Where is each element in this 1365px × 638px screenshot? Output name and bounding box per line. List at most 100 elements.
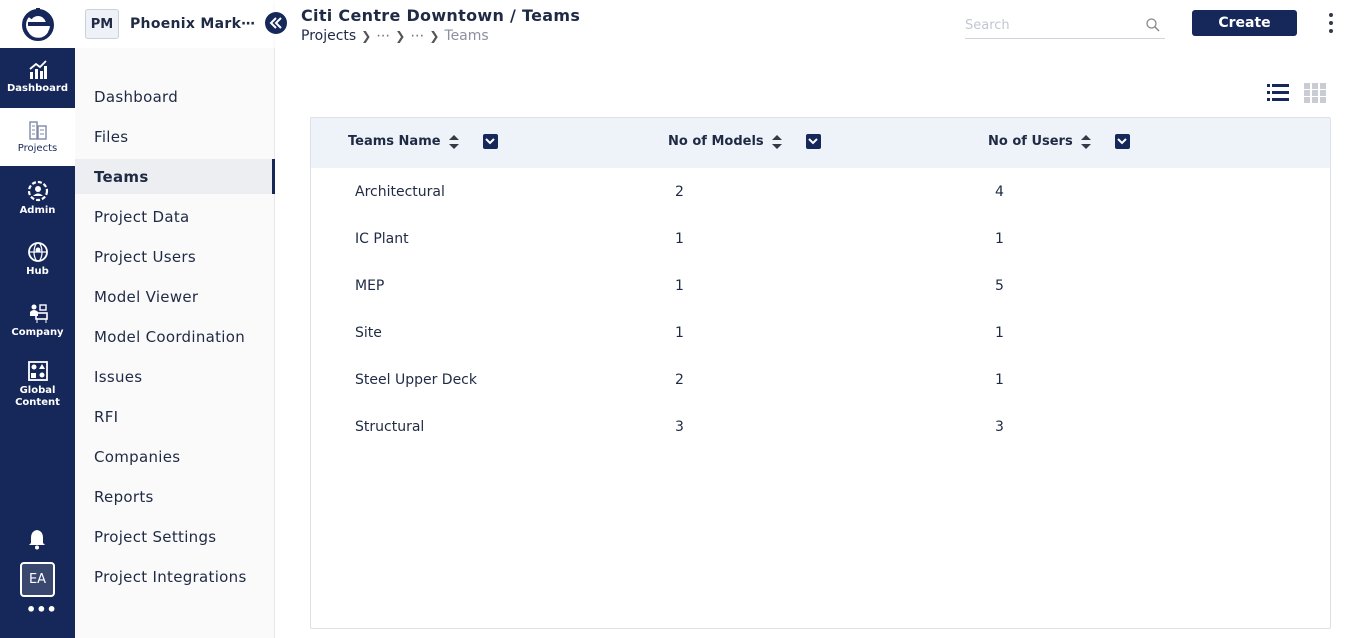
project-badge[interactable]: PM (85, 9, 119, 39)
nav-item-project-data[interactable]: Project Data (75, 199, 275, 234)
table-header: Teams Name No of Models No of Users (311, 118, 1330, 168)
nav-item-project-users[interactable]: Project Users (75, 239, 275, 274)
chevron-right-icon: ❯ (429, 29, 440, 43)
user-avatar[interactable]: EA (20, 562, 55, 597)
rail-label-projects: Projects (17, 142, 58, 154)
models-count-cell: 2 (675, 184, 684, 200)
team-name-cell: IC Plant (355, 231, 409, 247)
column-label: Teams Name (348, 134, 441, 149)
rail-label-dashboard: Dashboard (7, 82, 68, 94)
project-nav: Dashboard Files Teams Project Data Proje… (75, 48, 275, 638)
nav-item-project-settings[interactable]: Project Settings (75, 519, 275, 554)
team-name-cell: Structural (355, 419, 425, 435)
view-toggle (1267, 82, 1341, 104)
filter-dropdown-icon[interactable] (1114, 134, 1130, 149)
rail-item-admin[interactable]: Admin (0, 169, 75, 227)
buildings-icon (28, 120, 47, 140)
models-count-cell: 1 (675, 231, 684, 247)
teams-table: Teams Name No of Models No of Users Arch… (310, 117, 1331, 629)
rail-label-global-content: Global Content (15, 384, 60, 408)
page-title: Citi Centre Downtown / Teams (301, 6, 581, 25)
users-count-cell: 3 (995, 419, 1004, 435)
search-icon[interactable] (1145, 17, 1161, 33)
rail-more-icon[interactable]: ••• (26, 602, 57, 622)
nav-item-files[interactable]: Files (75, 119, 275, 154)
company-desk-icon (29, 303, 48, 323)
team-name-cell: Architectural (355, 184, 445, 200)
rail-label-company: Company (11, 326, 64, 338)
users-count-cell: 1 (995, 372, 1004, 388)
logo-icon (21, 8, 54, 41)
create-button[interactable]: Create (1192, 10, 1297, 36)
notifications-bell-icon[interactable] (26, 528, 48, 550)
globe-user-icon (27, 241, 48, 262)
nav-item-issues[interactable]: Issues (75, 359, 275, 394)
team-name-cell: Site (355, 325, 382, 341)
chevron-right-icon: ❯ (361, 29, 372, 43)
more-options-icon[interactable] (1325, 13, 1337, 33)
nav-item-dashboard[interactable]: Dashboard (75, 79, 275, 114)
double-chevron-left-icon (269, 17, 282, 29)
table-row[interactable]: IC Plant 1 1 (311, 215, 1330, 262)
column-header-no-of-users: No of Users (988, 134, 1130, 149)
top-bar: Citi Centre Downtown / Teams Projects ❯ … (275, 0, 1365, 48)
breadcrumb-ellipsis-2[interactable]: ⋯ (410, 28, 424, 44)
sort-icon[interactable] (1080, 134, 1091, 149)
shapes-icon (27, 360, 48, 381)
rail-label-admin: Admin (19, 204, 56, 216)
rail-label-hub: Hub (26, 265, 49, 277)
team-name-cell: Steel Upper Deck (355, 372, 477, 388)
column-label: No of Models (668, 134, 764, 149)
rail-item-projects[interactable]: Projects (0, 108, 75, 166)
column-label: No of Users (988, 134, 1073, 149)
nav-item-model-viewer[interactable]: Model Viewer (75, 279, 275, 314)
models-count-cell: 1 (675, 278, 684, 294)
breadcrumb: Projects ❯ ⋯ ❯ ⋯ ❯ Teams (301, 28, 489, 44)
users-count-cell: 1 (995, 325, 1004, 341)
filter-dropdown-icon[interactable] (805, 134, 821, 149)
search-input[interactable] (965, 14, 1135, 37)
breadcrumb-ellipsis-1[interactable]: ⋯ (376, 28, 390, 44)
rail-item-global-content[interactable]: Global Content (0, 352, 75, 416)
user-gear-icon (27, 180, 48, 201)
nav-item-reports[interactable]: Reports (75, 479, 275, 514)
project-name[interactable]: Phoenix Mark⋯ (130, 16, 256, 32)
nav-item-model-coordination[interactable]: Model Coordination (75, 319, 275, 354)
models-count-cell: 1 (675, 325, 684, 341)
users-count-cell: 4 (995, 184, 1004, 200)
users-count-cell: 1 (995, 231, 1004, 247)
team-name-cell: MEP (355, 278, 385, 294)
nav-item-rfi[interactable]: RFI (75, 399, 275, 434)
table-row[interactable]: MEP 1 5 (311, 262, 1330, 309)
rail-item-dashboard[interactable]: Dashboard (0, 48, 75, 106)
collapse-sidebar-button[interactable] (265, 12, 287, 34)
rail-item-company[interactable]: Company (0, 291, 75, 349)
breadcrumb-projects[interactable]: Projects (301, 28, 356, 44)
table-row[interactable]: Site 1 1 (311, 309, 1330, 356)
sort-icon[interactable] (448, 134, 459, 149)
table-row[interactable]: Structural 3 3 (311, 403, 1330, 450)
nav-item-companies[interactable]: Companies (75, 439, 275, 474)
nav-item-project-integrations[interactable]: Project Integrations (75, 559, 275, 594)
filter-dropdown-icon[interactable] (482, 134, 498, 149)
app-logo[interactable] (0, 0, 75, 48)
chart-icon (28, 59, 47, 79)
users-count-cell: 5 (995, 278, 1004, 294)
sort-icon[interactable] (771, 134, 782, 149)
models-count-cell: 2 (675, 372, 684, 388)
search-box (965, 14, 1165, 39)
list-view-icon[interactable] (1267, 82, 1289, 104)
left-rail: Dashboard Projects Admin Hub Company Glo… (0, 0, 75, 638)
breadcrumb-current: Teams (444, 28, 489, 44)
column-header-no-of-models: No of Models (668, 134, 821, 149)
grid-view-icon[interactable] (1304, 82, 1326, 104)
chevron-right-icon: ❯ (395, 29, 406, 43)
rail-item-hub[interactable]: Hub (0, 230, 75, 288)
nav-item-teams[interactable]: Teams (75, 159, 275, 194)
table-row[interactable]: Architectural 2 4 (311, 168, 1330, 215)
column-header-teams-name: Teams Name (348, 134, 498, 149)
table-row[interactable]: Steel Upper Deck 2 1 (311, 356, 1330, 403)
project-header: PM Phoenix Mark⋯ (75, 0, 275, 48)
models-count-cell: 3 (675, 419, 684, 435)
main-content: Teams Name No of Models No of Users Arch… (275, 48, 1365, 638)
